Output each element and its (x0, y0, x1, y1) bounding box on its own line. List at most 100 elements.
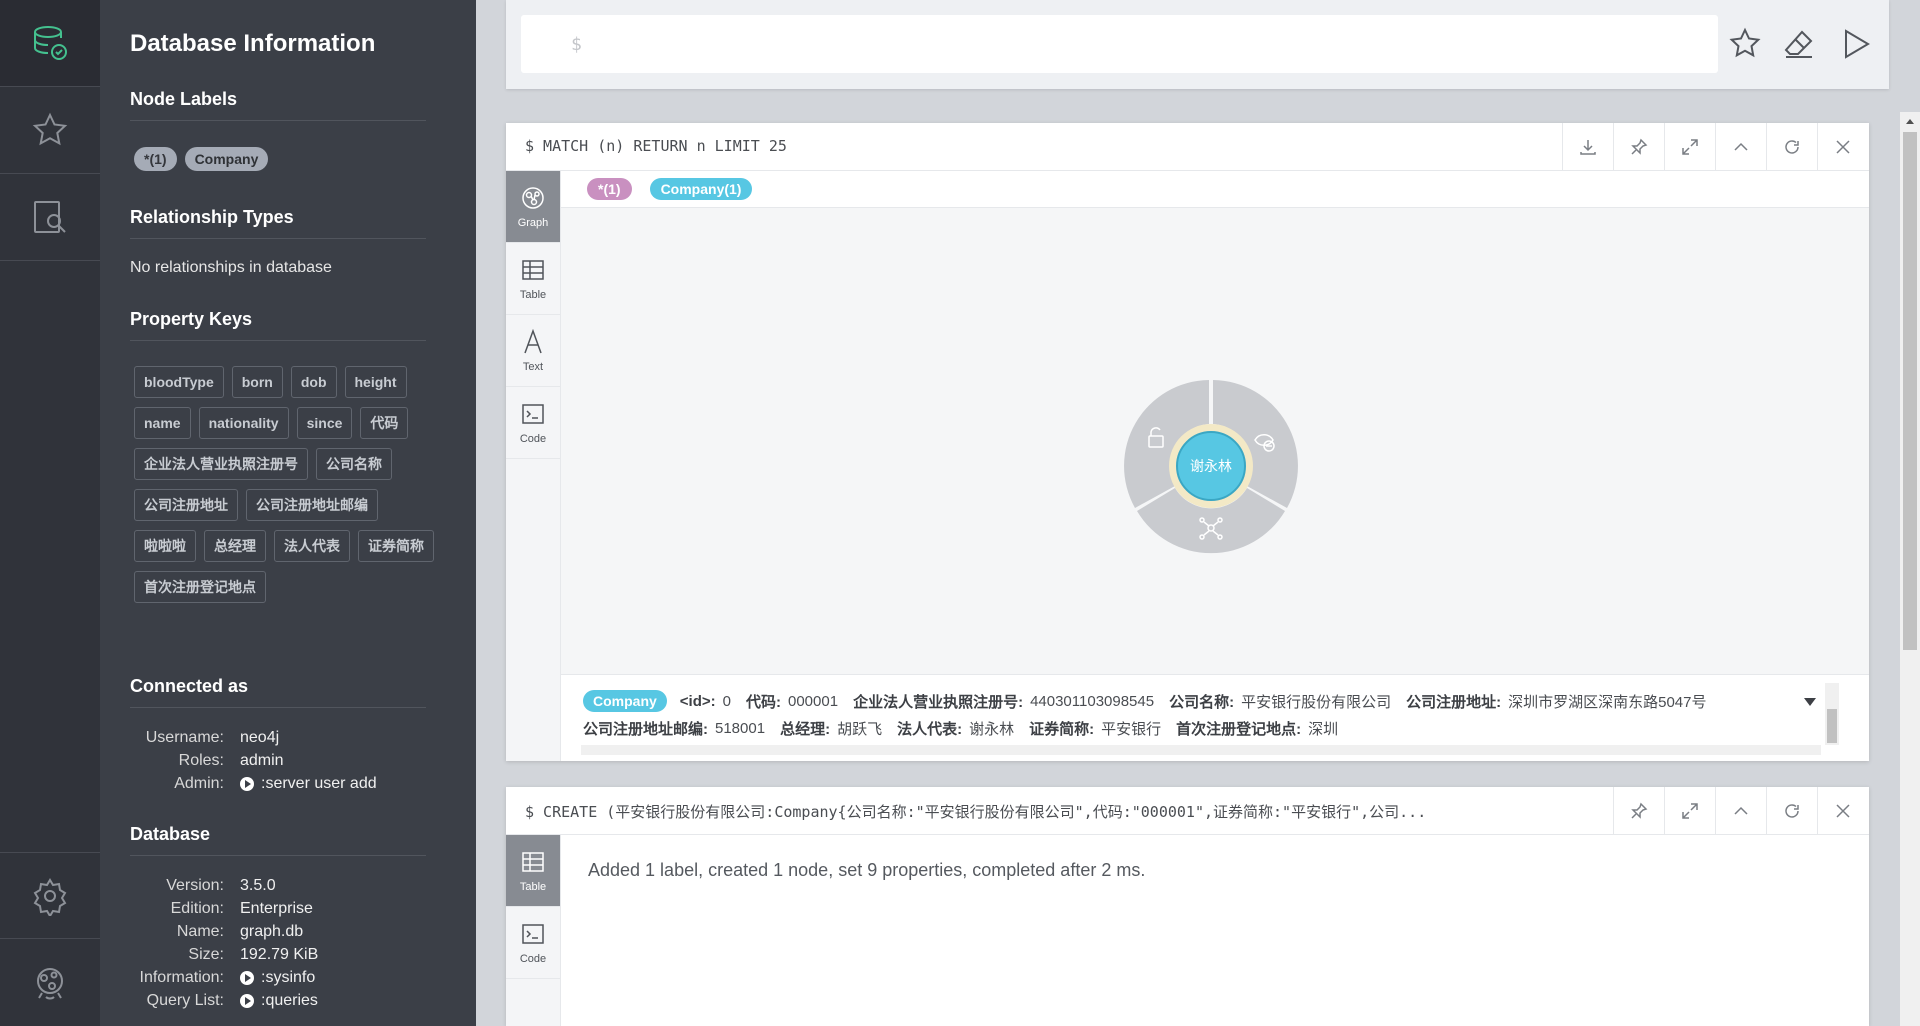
tab-graph[interactable]: Graph (506, 171, 560, 243)
prop-key: 代码: (746, 693, 781, 711)
node-label-company[interactable]: Company (184, 147, 269, 171)
rerun-button[interactable] (1766, 123, 1817, 171)
tab-text[interactable]: Text (506, 315, 560, 387)
property-key[interactable]: 证券简称 (358, 530, 434, 562)
close-icon (1836, 804, 1850, 818)
expand-icon (1682, 139, 1698, 155)
fullscreen-button[interactable] (1664, 123, 1715, 171)
property-key[interactable]: nationality (198, 407, 289, 439)
legend-label-all[interactable]: *(1) (587, 178, 632, 200)
prop-value: 000001 (788, 692, 839, 710)
property-keys-list: bloodType born dob height name nationali… (134, 366, 434, 603)
edition-key: Edition: (170, 900, 224, 917)
sysinfo-link[interactable]: :sysinfo (240, 966, 315, 989)
download-button[interactable] (1562, 123, 1613, 171)
settings-nav-button[interactable] (0, 852, 100, 939)
play-icon (240, 993, 254, 1008)
tab-table[interactable]: Table (506, 243, 560, 315)
property-key[interactable]: name (134, 407, 191, 439)
property-key[interactable]: 法人代表 (274, 530, 350, 562)
play-icon (240, 970, 254, 985)
sysinfo-text: :sysinfo (261, 969, 316, 986)
property-key[interactable]: 公司名称 (316, 448, 392, 480)
information-key: Information: (139, 969, 224, 986)
inspector-v-scrollbar[interactable] (1825, 683, 1839, 745)
query-editor-card: $ (506, 0, 1889, 89)
clear-editor-button[interactable] (1779, 24, 1819, 64)
close-frame-button[interactable] (1817, 787, 1868, 835)
prop-value: 0 (722, 692, 731, 710)
collapse-button[interactable] (1715, 123, 1766, 171)
fullscreen-button[interactable] (1664, 787, 1715, 835)
drawer-title: Database Information (130, 30, 376, 57)
tab-table[interactable]: Table (506, 835, 560, 907)
query-editor-input[interactable]: $ (521, 15, 1718, 73)
frame-query-text[interactable]: $ CREATE (平安银行股份有限公司:Company{公司名称:"平安银行股… (525, 801, 1575, 822)
property-key[interactable]: 首次注册登记地点 (134, 571, 266, 603)
inspector-label-company[interactable]: Company (583, 690, 667, 712)
property-key[interactable]: 总经理 (204, 530, 266, 562)
documents-nav-button[interactable] (0, 174, 100, 261)
inspector-expand-caret-icon[interactable] (1803, 697, 1817, 707)
tab-code-label: Code (519, 952, 547, 965)
star-icon (1729, 27, 1761, 58)
about-nav-button[interactable] (0, 940, 100, 1026)
property-key[interactable]: born (231, 366, 283, 398)
pin-icon (1631, 802, 1648, 819)
neo4j-graph-icon (37, 968, 63, 1000)
property-key[interactable]: 啦啦啦 (134, 530, 196, 562)
result-frame-create: $ CREATE (平安银行股份有限公司:Company{公司名称:"平安银行股… (506, 787, 1869, 1026)
frame-query-text[interactable]: $ MATCH (n) RETURN n LIMIT 25 (525, 137, 1525, 155)
property-key[interactable]: dob (290, 366, 337, 398)
rerun-button[interactable] (1766, 787, 1817, 835)
frame-header: $ MATCH (n) RETURN n LIMIT 25 (506, 123, 1869, 171)
prop-key: 公司注册地址邮编: (583, 721, 708, 738)
tab-graph-label: Graph (517, 216, 549, 229)
scrollbar-thumb[interactable] (1903, 132, 1917, 650)
edition-value: Enterprise (240, 900, 313, 917)
inspector-line-1: Company <id>: 0 代码: 000001 企业法人营业执照注册号: 440… (583, 690, 1706, 712)
database-nav-button[interactable] (0, 0, 100, 87)
admin-key: Admin: (174, 775, 224, 792)
legend-label-company[interactable]: Company(1) (649, 178, 753, 200)
property-key[interactable]: 公司注册地址 (134, 489, 238, 521)
property-key[interactable]: height (344, 366, 407, 398)
run-query-button[interactable] (1836, 24, 1876, 64)
tab-code[interactable]: Code (506, 387, 560, 459)
table-icon (522, 259, 544, 280)
favorites-nav-button[interactable] (0, 87, 100, 174)
server-user-add-link[interactable]: :server user add (240, 772, 377, 795)
database-heading: Database (130, 824, 426, 856)
gear-icon (33, 877, 67, 916)
stream-scrollbar[interactable] (1900, 112, 1920, 1026)
inspector-h-scrollbar[interactable] (581, 745, 1821, 755)
username-value: neo4j (240, 729, 280, 746)
prop-key: 证券简称: (1029, 721, 1095, 738)
favorite-query-button[interactable] (1725, 24, 1765, 64)
connection-info: Username: neo4j Roles: admin Admin::server… (130, 726, 426, 795)
name-value: graph.db (240, 923, 304, 940)
property-key[interactable]: bloodType (134, 366, 224, 398)
result-summary: Added 1 label, created 1 node, set 9 pro… (588, 860, 1146, 880)
pin-button[interactable] (1613, 123, 1664, 171)
prop-value: 深圳市罗湖区深南东路5047号 (1508, 693, 1707, 711)
queries-text: :queries (261, 992, 318, 1009)
property-key[interactable]: 公司注册地址邮编 (246, 489, 378, 521)
pin-button[interactable] (1613, 787, 1664, 835)
graph-legend: *(1) Company(1) (561, 171, 1869, 208)
prop-key: 公司注册地址: (1406, 693, 1502, 711)
queries-link[interactable]: :queries (240, 989, 318, 1012)
prop-value: 平安银行股份有限公司 (1241, 693, 1392, 711)
prop-value: 深圳 (1308, 721, 1339, 738)
close-frame-button[interactable] (1817, 123, 1868, 171)
relationship-types-heading: Relationship Types (130, 207, 426, 239)
property-key[interactable]: 企业法人营业执照注册号 (134, 448, 308, 480)
property-key[interactable]: since (296, 407, 353, 439)
star-icon (32, 112, 68, 146)
tab-code[interactable]: Code (506, 907, 560, 979)
graph-canvas[interactable]: 谢永林 (561, 208, 1869, 674)
property-key[interactable]: 代码 (360, 407, 409, 439)
node-label-all[interactable]: *(1) (134, 147, 177, 171)
scroll-up-icon[interactable] (1905, 117, 1915, 125)
collapse-button[interactable] (1715, 787, 1766, 835)
